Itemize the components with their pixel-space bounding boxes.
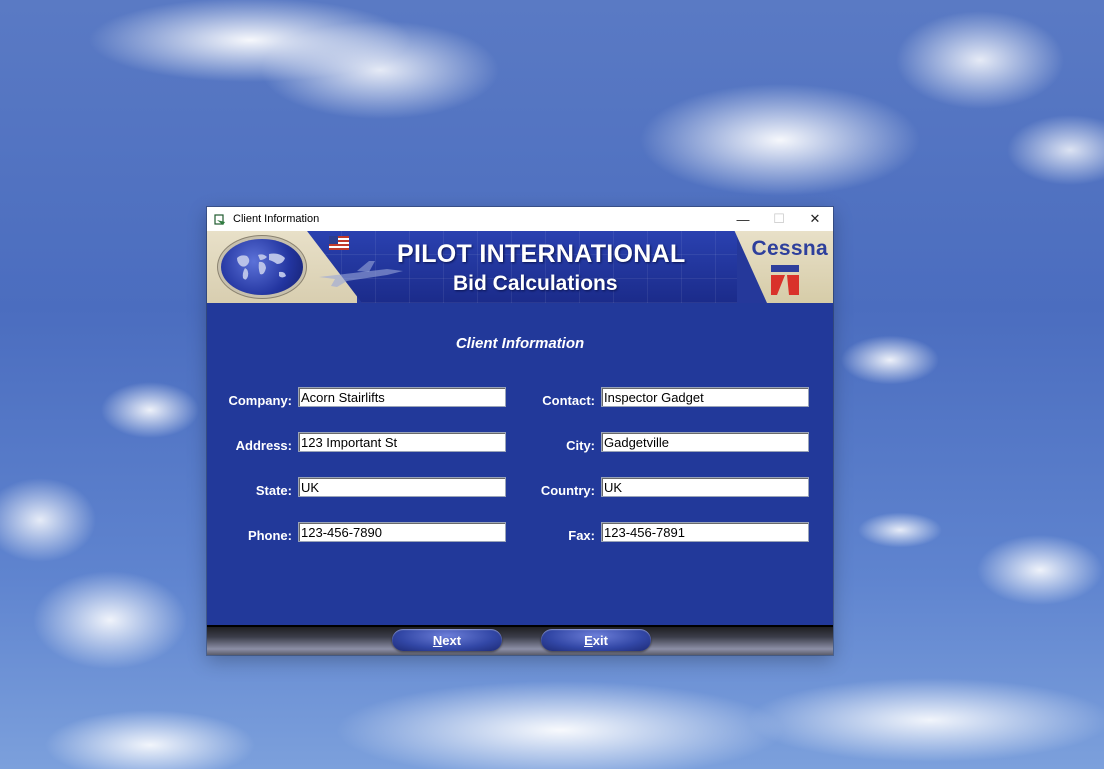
country-input[interactable] <box>601 477 809 497</box>
phone-label: Phone: <box>247 528 292 543</box>
address-input[interactable] <box>298 432 506 452</box>
maximize-button[interactable]: ☐ <box>761 207 797 231</box>
app-icon <box>214 213 226 225</box>
us-flag-icon <box>329 236 349 250</box>
state-input[interactable] <box>298 477 506 497</box>
bottom-button-bar: Next Exit <box>207 625 833 655</box>
phone-input[interactable] <box>298 522 506 542</box>
globe-logo-icon <box>221 239 303 295</box>
title-bar: Client Information — ☐ ✕ <box>207 207 833 231</box>
window-title: Client Information <box>233 213 320 225</box>
window-controls: — ☐ ✕ <box>725 207 833 231</box>
cessna-brand-text: Cessna <box>751 237 828 260</box>
next-button-accelerator: N <box>432 632 443 648</box>
city-input[interactable] <box>601 432 809 452</box>
app-title: PILOT INTERNATIONAL <box>397 240 686 268</box>
address-label: Address: <box>235 438 292 453</box>
airplane-icon <box>319 261 403 287</box>
exit-button[interactable]: Exit <box>541 629 651 651</box>
exit-button-label: xit <box>592 632 608 648</box>
next-button-label: ext <box>442 632 462 648</box>
company-input[interactable] <box>298 387 506 407</box>
fax-input[interactable] <box>601 522 809 542</box>
company-label: Company: <box>228 393 292 408</box>
next-button[interactable]: Next <box>392 629 502 651</box>
fax-label: Fax: <box>568 528 595 543</box>
minimize-button[interactable]: — <box>725 207 761 231</box>
form-heading: Client Information <box>455 335 585 352</box>
city-label: City: <box>566 438 595 453</box>
cessna-logo-icon <box>771 265 799 295</box>
app-subtitle: Bid Calculations <box>453 272 618 295</box>
close-button[interactable]: ✕ <box>797 207 833 231</box>
header-banner: PILOT INTERNATIONAL Bid Calculations Ces… <box>207 231 833 303</box>
exit-button-accelerator: E <box>584 632 593 648</box>
client-information-window: Client Information — ☐ ✕ PILOT INTERNATI… <box>207 207 833 655</box>
contact-label: Contact: <box>542 393 595 408</box>
contact-input[interactable] <box>601 387 809 407</box>
country-label: Country: <box>540 483 595 498</box>
state-label: State: <box>255 483 292 498</box>
